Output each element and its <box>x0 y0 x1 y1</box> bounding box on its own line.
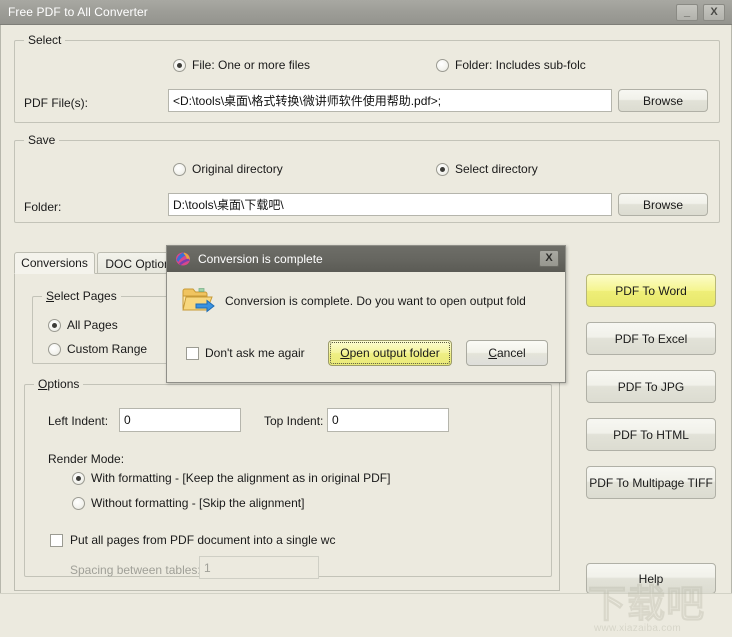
radio-all-pages[interactable]: All Pages <box>48 318 118 332</box>
radio-source-folder-label: Folder: Includes sub-folc <box>455 58 586 72</box>
close-button[interactable]: X <box>703 4 725 21</box>
radio-dot-icon <box>72 496 85 510</box>
browse-files-button[interactable]: Browse <box>618 89 708 112</box>
dialog-dont-ask-label: Don't ask me agair <box>205 346 305 360</box>
checkbox-box-icon <box>186 346 199 360</box>
checkbox-single-document-label: Put all pages from PDF document into a s… <box>70 533 336 547</box>
open-folder-icon <box>182 288 215 313</box>
pdf-files-input[interactable]: <D:\tools\桌面\格式转换\微讲师软件使用帮助.pdf>; <box>168 89 612 112</box>
radio-dot-icon <box>173 162 186 176</box>
dialog-open-output-folder-button[interactable]: Open output folder <box>328 340 452 366</box>
radio-without-formatting-label: Without formatting - [Skip the alignment… <box>91 496 305 510</box>
dialog-cancel-button[interactable]: Cancel <box>466 340 548 366</box>
radio-select-directory[interactable]: Select directory <box>436 162 538 176</box>
radio-with-formatting-label: With formatting - [Keep the alignment as… <box>91 471 391 485</box>
help-button[interactable]: Help <box>586 563 716 594</box>
pdf-to-multipage-tiff-button[interactable]: PDF To Multipage TIFF <box>586 466 716 499</box>
radio-all-pages-label: All Pages <box>67 318 118 332</box>
radio-dot-icon <box>48 318 61 332</box>
radio-custom-range[interactable]: Custom Range <box>48 342 147 356</box>
select-pages-group-title: Select Pages <box>42 289 121 303</box>
dialog-titlebar: Conversion is complete X <box>167 246 565 272</box>
top-indent-label: Top Indent: <box>264 414 324 428</box>
save-group-title: Save <box>24 133 60 147</box>
radio-dot-icon <box>72 471 85 485</box>
radio-select-directory-label: Select directory <box>455 162 538 176</box>
dialog-title: Conversion is complete <box>198 252 323 266</box>
checkbox-box-icon <box>50 533 63 547</box>
folder-input[interactable]: D:\tools\桌面\下载吧\ <box>168 193 612 216</box>
dialog-close-button[interactable]: X <box>539 250 559 267</box>
radio-without-formatting[interactable]: Without formatting - [Skip the alignment… <box>72 496 304 510</box>
radio-original-directory-label: Original directory <box>192 162 283 176</box>
spacing-between-tables-label: Spacing between tables: <box>70 563 201 577</box>
window-title: Free PDF to All Converter <box>8 5 148 19</box>
radio-source-folder[interactable]: Folder: Includes sub-folc <box>436 58 586 72</box>
options-group-title: Options <box>34 377 84 391</box>
pdf-to-excel-button[interactable]: PDF To Excel <box>586 322 716 355</box>
dialog-dont-ask-checkbox[interactable]: Don't ask me agair <box>186 346 310 360</box>
top-indent-input[interactable]: 0 <box>327 408 449 432</box>
application-window: Free PDF to All Converter _ X Select Fil… <box>0 0 732 637</box>
render-mode-label: Render Mode: <box>48 452 125 466</box>
dialog-message: Conversion is complete. Do you want to o… <box>225 294 526 308</box>
conversion-complete-dialog: Conversion is complete X Conversion is c… <box>166 245 566 383</box>
folder-label: Folder: <box>24 200 62 214</box>
browse-folder-button[interactable]: Browse <box>618 193 708 216</box>
checkbox-single-document[interactable]: Put all pages from PDF document into a s… <box>50 533 335 547</box>
left-indent-label: Left Indent: <box>48 414 109 428</box>
select-group-title: Select <box>24 33 66 47</box>
radio-dot-icon <box>436 162 449 176</box>
tab-conversions[interactable]: Conversions <box>14 252 95 274</box>
radio-source-file[interactable]: File: One or more files <box>173 58 310 72</box>
window-titlebar: Free PDF to All Converter _ X <box>0 0 732 25</box>
radio-dot-icon <box>436 58 449 72</box>
radio-dot-icon <box>173 58 186 72</box>
radio-with-formatting[interactable]: With formatting - [Keep the alignment as… <box>72 471 390 485</box>
status-bar <box>0 593 732 637</box>
pdf-to-word-button[interactable]: PDF To Word <box>586 274 716 307</box>
spacing-between-tables-input[interactable]: 1 <box>199 556 319 579</box>
pdf-to-html-button[interactable]: PDF To HTML <box>586 418 716 451</box>
app-logo-icon <box>176 252 190 266</box>
radio-dot-icon <box>48 342 61 356</box>
radio-original-directory[interactable]: Original directory <box>173 162 283 176</box>
radio-custom-range-label: Custom Range <box>67 342 148 356</box>
pdf-files-label: PDF File(s): <box>24 96 88 110</box>
pdf-to-jpg-button[interactable]: PDF To JPG <box>586 370 716 403</box>
minimize-button[interactable]: _ <box>676 4 698 21</box>
radio-source-file-label: File: One or more files <box>192 58 311 72</box>
left-indent-input[interactable]: 0 <box>119 408 241 432</box>
